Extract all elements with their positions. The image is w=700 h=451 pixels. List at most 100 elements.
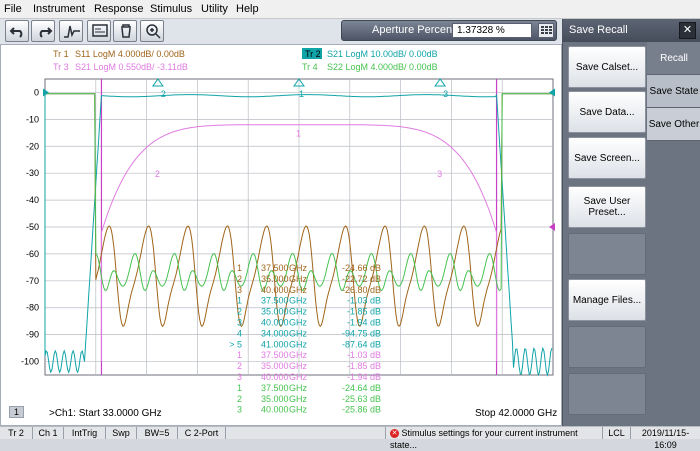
status-sweep[interactable]: Swp (106, 427, 137, 439)
save-data-button[interactable]: Save Data... (568, 91, 646, 133)
marker-row-freq: 35.000 (261, 361, 289, 371)
marker-row-freq: 35.000 (261, 394, 289, 404)
error-icon: ✕ (390, 429, 399, 439)
marker-row-unit: GHz (289, 307, 308, 317)
menu-utility[interactable]: Utility (201, 3, 228, 15)
zoom-button[interactable] (140, 20, 164, 42)
empty-softkey (568, 326, 646, 368)
zoom-icon (146, 24, 161, 39)
aperture-input[interactable]: 1.37328 % (452, 23, 532, 38)
y-tick-label: -80 (26, 303, 39, 313)
measurement-display[interactable]: 0 -10 -20 -30 -40 -50 -60 -70 -80 -90 -100 Tr 1 S11 … (0, 44, 562, 426)
marker-row-unit: GHz (289, 318, 308, 328)
redo-button[interactable] (31, 20, 55, 42)
marker-row-value: -1.94 dB (347, 372, 381, 382)
marker-row-num: 2 (237, 274, 242, 284)
status-channel[interactable]: Ch 1 (33, 427, 64, 439)
save-user-preset-button[interactable]: Save User Preset... (568, 186, 646, 228)
close-button[interactable]: ✕ (679, 22, 696, 39)
stop-frequency: Stop 42.0000 GHz (475, 408, 558, 419)
marker-row-num: 1 (237, 350, 242, 360)
marker-row-num: 3 (237, 285, 242, 295)
status-trace[interactable]: Tr 2 (0, 427, 33, 439)
marker-row-unit: GHz (289, 405, 308, 415)
marker-row-num: 1 (237, 383, 242, 393)
y-tick-label: -20 (26, 141, 39, 151)
y-tick-label: -60 (26, 249, 39, 259)
marker-row-freq: 37.500 (261, 383, 289, 393)
marker-label-tr3: 2 (155, 169, 160, 179)
menu-bar: File Instrument Response Stimulus Utilit… (0, 0, 700, 19)
marker-row-freq: 40.000 (261, 318, 289, 328)
status-trigger[interactable]: IntTrig (64, 427, 106, 439)
tab-save-other[interactable]: Save Other (647, 108, 700, 141)
marker-row-num: 2 (237, 307, 242, 317)
marker-row-unit: GHz (289, 285, 308, 295)
y-tick-label: 0 (34, 87, 39, 97)
keypad-icon (541, 26, 552, 34)
save-recall-panel: Save Recall ✕ Save Calset... Save Data..… (562, 19, 700, 426)
marker-row-value: -25.63 dB (342, 394, 381, 404)
marker-row-freq: 40.000 (261, 285, 289, 295)
marker-row-freq: 35.000 (261, 274, 289, 284)
trash-icon (121, 24, 131, 38)
marker-row-num: 3 (237, 372, 242, 382)
empty-softkey (568, 233, 646, 275)
y-tick-label: -50 (26, 222, 39, 232)
menu-help[interactable]: Help (236, 3, 259, 15)
marker-row-value: -87.64 dB (342, 339, 381, 349)
menu-instrument[interactable]: Instrument (33, 3, 85, 15)
marker-row-num: 4 (237, 328, 242, 338)
panel-title: Save Recall (569, 24, 628, 36)
marker-row-value: -22.72 dB (342, 274, 381, 284)
status-bandwidth[interactable]: BW=5 (137, 427, 178, 439)
panel-header: Save Recall ✕ (563, 19, 700, 42)
save-screen-button[interactable]: Save Screen... (568, 137, 646, 179)
status-bar: Tr 2 Ch 1 IntTrig Swp BW=5 C 2-Port ✕ St… (0, 426, 700, 450)
marker-row-unit: GHz (289, 328, 308, 338)
undo-button[interactable] (5, 20, 29, 42)
marker-search-button[interactable] (59, 20, 83, 42)
marker-row-value: -1.94 dB (347, 318, 381, 328)
marker-row-freq: 34.000 (261, 328, 289, 338)
trace-3-label: S21 LogM 0.550dB/ -3.11dB (75, 62, 188, 72)
marker-row-unit: GHz (289, 372, 308, 382)
marker-row-freq: 37.500 (261, 350, 289, 360)
marker-row-value: -1.03 dB (347, 350, 381, 360)
menu-response[interactable]: Response (94, 3, 144, 15)
trace-1-tag: Tr 1 (53, 49, 69, 59)
marker-row-freq: 35.000 (261, 307, 289, 317)
start-frequency: >Ch1: Start 33.0000 GHz (49, 408, 162, 419)
marker-label-tr3: 1 (296, 129, 301, 139)
marker-row-value: -94.75 dB (342, 328, 381, 338)
close-icon: ✕ (682, 24, 693, 36)
marker-row-value: -25.86 dB (342, 405, 381, 415)
status-lcl: LCL (603, 427, 631, 439)
aperture-control: Aperture Percent 1.37328 % (341, 20, 557, 41)
keypad-button[interactable] (538, 23, 554, 38)
y-tick-label: -40 (26, 195, 39, 205)
tab-recall[interactable]: Recall (647, 42, 700, 75)
tab-save-state[interactable]: Save State (647, 75, 700, 108)
memory-button[interactable] (87, 20, 111, 42)
aperture-label: Aperture Percent (372, 24, 456, 36)
y-tick-label: -90 (26, 330, 39, 340)
y-tick-label: -100 (21, 357, 39, 367)
marker-row-unit: GHz (289, 383, 308, 393)
status-calibration[interactable]: C 2-Port (178, 427, 226, 439)
y-tick-label: -10 (26, 114, 39, 124)
memory-icon (92, 24, 108, 37)
save-calset-button[interactable]: Save Calset... (568, 46, 646, 88)
manage-files-button[interactable]: Manage Files... (568, 279, 646, 321)
menu-stimulus[interactable]: Stimulus (150, 3, 192, 15)
y-tick-label: -30 (26, 168, 39, 178)
y-tick-label: -70 (26, 276, 39, 286)
undo-icon (9, 27, 23, 38)
delete-button[interactable] (113, 20, 137, 42)
trace-4-label: S22 LogM 4.000dB/ 0.00dB (327, 62, 438, 72)
status-message[interactable]: ✕ Stimulus settings for your current ins… (386, 427, 603, 450)
marker-row-unit: GHz (289, 350, 308, 360)
channel-number[interactable]: 1 (9, 406, 24, 418)
menu-file[interactable]: File (4, 3, 22, 15)
marker-row-num: > 5 (229, 339, 242, 349)
